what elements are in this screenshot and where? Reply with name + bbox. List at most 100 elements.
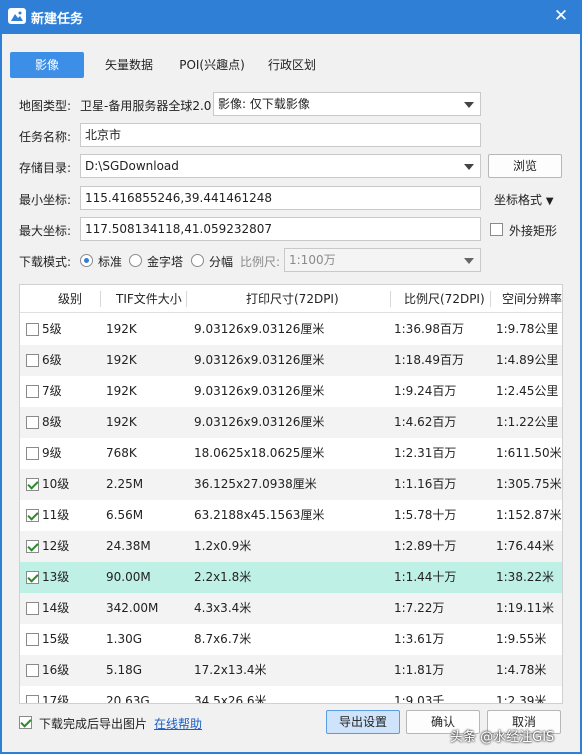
table-row[interactable]: 14级 342.00M 4.3x3.4米 1:7.22万 1:19.11米 xyxy=(20,593,562,624)
mode-standard-radio[interactable] xyxy=(80,254,93,267)
cell-scale: 1:7.22万 xyxy=(394,601,445,615)
table-row[interactable]: 11级 6.56M 63.2188x45.1563厘米 1:5.78十万 1:152.8… xyxy=(20,500,562,531)
row-checkbox[interactable] xyxy=(26,695,39,703)
watermark: 头条 @水经注GIS xyxy=(450,730,555,745)
cell-tif-size: 192K xyxy=(106,322,137,336)
storage-dir-label: 存储目录: xyxy=(19,161,72,175)
map-logo-icon xyxy=(8,8,26,24)
table-row[interactable]: 6级 192K 9.03126x9.03126厘米 1:18.49百万 1:4.89公里 xyxy=(20,345,562,376)
table-row[interactable]: 8级 192K 9.03126x9.03126厘米 1:4.62百万 1:1.22公里 xyxy=(20,407,562,438)
row-checkbox[interactable] xyxy=(26,633,39,646)
close-icon[interactable]: ✕ xyxy=(548,4,574,28)
task-name-input[interactable]: 北京市 xyxy=(80,123,481,147)
image-mode-select[interactable]: 影像: 仅下载影像 xyxy=(213,92,481,116)
min-coord-value: 115.416855246,39.441461248 xyxy=(85,191,273,205)
row-checkbox[interactable] xyxy=(26,447,39,460)
cell-resolution: 1:1.22公里 xyxy=(496,415,559,429)
cell-scale: 1:1.81万 xyxy=(394,663,445,677)
cell-level: 5级 xyxy=(42,322,62,336)
cell-level: 12级 xyxy=(42,539,70,553)
coord-format-dropdown[interactable]: 坐标格式 ▼ xyxy=(494,191,554,208)
col-print-size[interactable]: 打印尺寸(72DPI) xyxy=(246,285,339,313)
row-checkbox[interactable] xyxy=(26,354,39,367)
col-resolution[interactable]: 空间分辨率 xyxy=(502,285,562,313)
browse-button[interactable]: 浏览 xyxy=(488,154,562,178)
map-type-value[interactable]: 卫星-备用服务器全球2.0 xyxy=(80,97,211,114)
tab-imagery[interactable]: 影像 xyxy=(10,52,84,78)
row-checkbox[interactable] xyxy=(26,416,39,429)
cell-resolution: 1:76.44米 xyxy=(496,539,555,553)
scale-label: 比例尺: xyxy=(240,255,281,269)
cell-print-size: 1.2x0.9米 xyxy=(194,539,252,553)
table-row[interactable]: 7级 192K 9.03126x9.03126厘米 1:9.24百万 1:2.45公里 xyxy=(20,376,562,407)
row-checkbox[interactable] xyxy=(26,602,39,615)
cell-print-size: 63.2188x45.1563厘米 xyxy=(194,508,325,522)
bbox-label: 外接矩形 xyxy=(509,224,558,238)
cell-print-size: 18.0625x18.0625厘米 xyxy=(194,446,325,460)
online-help-link[interactable]: 在线帮助 xyxy=(154,715,202,732)
caret-down-icon: ▼ xyxy=(545,196,554,207)
cell-tif-size: 342.00M xyxy=(106,601,159,615)
min-coord-label: 最小坐标: xyxy=(19,193,72,207)
mode-tiled-label: 分幅 xyxy=(209,255,234,269)
cell-tif-size: 192K xyxy=(106,415,137,429)
row-checkbox[interactable] xyxy=(26,664,39,677)
table-row[interactable]: 10级 2.25M 36.125x27.0938厘米 1:1.16百万 1:305.75… xyxy=(20,469,562,500)
cell-level: 9级 xyxy=(42,446,62,460)
table-row[interactable]: 16级 5.18G 17.2x13.4米 1:1.81万 1:4.78米 xyxy=(20,655,562,686)
row-checkbox[interactable] xyxy=(26,478,39,491)
column-divider xyxy=(390,291,391,307)
min-coord-input[interactable]: 115.416855246,39.441461248 xyxy=(80,186,481,210)
cell-scale: 1:36.98百万 xyxy=(394,322,465,336)
title-bar: 新建任务 ✕ xyxy=(0,0,582,34)
export-checkbox[interactable] xyxy=(19,716,32,729)
bbox-checkbox[interactable] xyxy=(490,223,503,236)
table-header: 级别 TIF文件大小 打印尺寸(72DPI) 比例尺(72DPI) 空间分辨率 xyxy=(20,285,562,313)
col-tif-size[interactable]: TIF文件大小 xyxy=(116,285,182,313)
row-checkbox[interactable] xyxy=(26,385,39,398)
cell-print-size: 9.03126x9.03126厘米 xyxy=(194,353,325,367)
table-row[interactable]: 17级 20.63G 34.5x26.6米 1:9.03千 1:2.39米 xyxy=(20,686,562,704)
tab-admin-division[interactable]: 行政区划 xyxy=(260,52,324,78)
cell-level: 6级 xyxy=(42,353,62,367)
tab-poi[interactable]: POI(兴趣点) xyxy=(172,52,252,78)
chevron-down-icon xyxy=(464,102,474,108)
table-row[interactable]: 5级 192K 9.03126x9.03126厘米 1:36.98百万 1:9.78公里 xyxy=(20,314,562,345)
map-type-label: 地图类型: xyxy=(19,99,72,113)
cell-level: 17级 xyxy=(42,694,70,704)
export-label: 下载完成后导出图片 xyxy=(39,717,148,731)
cell-resolution: 1:9.78公里 xyxy=(496,322,559,336)
storage-dir-select[interactable]: D:\SGDownload xyxy=(80,154,481,178)
col-level[interactable]: 级别 xyxy=(58,285,82,313)
cell-scale: 1:18.49百万 xyxy=(394,353,465,367)
cell-resolution: 1:305.75米 xyxy=(496,477,562,491)
cell-scale: 1:9.03千 xyxy=(394,694,445,704)
cell-resolution: 1:4.78米 xyxy=(496,663,547,677)
image-mode-value: 影像: 仅下载影像 xyxy=(218,97,310,111)
cell-scale: 1:1.16百万 xyxy=(394,477,457,491)
mode-standard-label: 标准 xyxy=(98,255,123,269)
row-checkbox[interactable] xyxy=(26,571,39,584)
col-scale[interactable]: 比例尺(72DPI) xyxy=(404,285,485,313)
level-table: 级别 TIF文件大小 打印尺寸(72DPI) 比例尺(72DPI) 空间分辨率 … xyxy=(19,284,563,704)
cell-level: 14级 xyxy=(42,601,70,615)
storage-dir-value: D:\SGDownload xyxy=(85,159,179,173)
scale-value: 1:100万 xyxy=(289,253,336,267)
scale-select[interactable]: 1:100万 xyxy=(284,248,481,272)
mode-pyramid-radio[interactable] xyxy=(129,254,142,267)
tab-vector-data[interactable]: 矢量数据 xyxy=(94,52,164,78)
mode-tiled-radio[interactable] xyxy=(191,254,204,267)
table-row[interactable]: 9级 768K 18.0625x18.0625厘米 1:2.31百万 1:611.50米 xyxy=(20,438,562,469)
row-checkbox[interactable] xyxy=(26,509,39,522)
row-checkbox[interactable] xyxy=(26,540,39,553)
coord-format-label: 坐标格式 xyxy=(494,193,543,207)
cell-level: 16级 xyxy=(42,663,70,677)
table-row[interactable]: 15级 1.30G 8.7x6.7米 1:3.61万 1:9.55米 xyxy=(20,624,562,655)
export-settings-button[interactable]: 导出设置 xyxy=(326,710,400,734)
row-checkbox[interactable] xyxy=(26,323,39,336)
max-coord-input[interactable]: 117.508134118,41.059232807 xyxy=(80,217,481,241)
cell-print-size: 34.5x26.6米 xyxy=(194,694,267,704)
table-row[interactable]: 13级 90.00M 2.2x1.8米 1:1.44十万 1:38.22米 xyxy=(20,562,562,593)
table-row[interactable]: 12级 24.38M 1.2x0.9米 1:2.89十万 1:76.44米 xyxy=(20,531,562,562)
cell-resolution: 1:2.45公里 xyxy=(496,384,559,398)
